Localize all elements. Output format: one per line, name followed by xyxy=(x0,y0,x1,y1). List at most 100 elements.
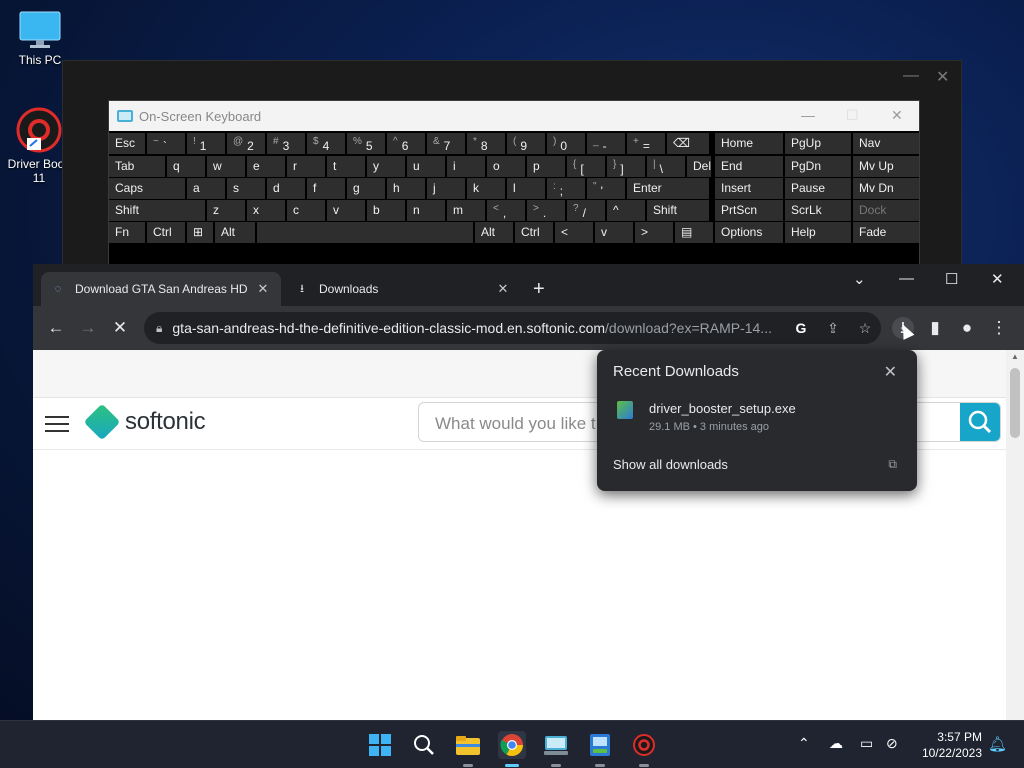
osk-key-esc[interactable]: Esc xyxy=(109,133,145,154)
osk-key-symbol[interactable]: ~ ` xyxy=(147,133,185,154)
tab-softonic[interactable]: ◌ Download GTA San Andreas HD ✕ xyxy=(41,272,281,306)
chrome-icon[interactable] xyxy=(498,731,526,767)
osk-key-symbol[interactable]: + = xyxy=(627,133,665,154)
maximize-icon[interactable]: ☐ xyxy=(945,270,958,288)
chevron-up-icon[interactable]: ⌃ xyxy=(798,735,810,752)
osk-key-3[interactable]: #3 xyxy=(267,133,305,154)
desktop-icon-this-pc[interactable]: This PC xyxy=(2,10,78,67)
search-icon[interactable] xyxy=(410,731,438,759)
display-icon[interactable]: ▭ xyxy=(860,735,873,752)
osk-key-home[interactable]: Home xyxy=(715,133,783,154)
open-external-icon[interactable]: ⧉ xyxy=(888,457,897,472)
osk-key-symbol[interactable]: > xyxy=(635,222,673,243)
osk-key-l[interactable]: l xyxy=(507,178,545,199)
hamburger-menu-icon[interactable] xyxy=(45,416,69,437)
osk-key-r[interactable]: r xyxy=(287,156,325,177)
osk-key-6[interactable]: ^ 6 xyxy=(387,133,425,154)
osk-key-scrlk[interactable]: ScrLk xyxy=(785,200,851,221)
osk-key-0[interactable]: ) 0 xyxy=(547,133,585,154)
side-panel-icon[interactable]: ▮ xyxy=(924,317,946,339)
tab-downloads[interactable]: ⭳ Downloads ✕ xyxy=(285,272,521,306)
osk-key-pause[interactable]: Pause xyxy=(785,178,851,199)
minimize-icon[interactable]: — xyxy=(899,270,914,287)
close-icon[interactable]: ✕ xyxy=(991,270,1004,288)
osk-key-x[interactable]: x xyxy=(247,200,285,221)
osk-key-g[interactable]: g xyxy=(347,178,385,199)
osk-key-symbol[interactable]: ▤ xyxy=(675,222,713,243)
notification-bell-icon[interactable]: 🔔︎ xyxy=(988,735,1007,753)
osk-key-e[interactable]: e xyxy=(247,156,285,177)
osk-key-pgdn[interactable]: PgDn xyxy=(785,156,851,177)
osk-key-symbol[interactable]: :; xyxy=(547,178,585,199)
osk-key-d[interactable]: d xyxy=(267,178,305,199)
osk-key-v[interactable]: v xyxy=(327,200,365,221)
osk-key-symbol[interactable]: <, xyxy=(487,200,525,221)
osk-key-symbol[interactable]: }] xyxy=(607,156,645,177)
onscreen-keyboard-icon[interactable] xyxy=(542,731,570,767)
osk-key-fn[interactable]: Fn xyxy=(109,222,145,243)
osk-key-2[interactable]: @2 xyxy=(227,133,265,154)
osk-key-space[interactable] xyxy=(257,222,473,243)
osk-key-ctrl[interactable]: Ctrl xyxy=(147,222,185,243)
tab-close-icon[interactable]: ✕ xyxy=(495,281,511,297)
osk-key-w[interactable]: w xyxy=(207,156,245,177)
osk-key-symbol[interactable]: >. xyxy=(527,200,565,221)
osk-key-s[interactable]: s xyxy=(227,178,265,199)
osk-key-caps[interactable]: Caps xyxy=(109,178,185,199)
osk-key-symbol[interactable]: {[ xyxy=(567,156,605,177)
osk-key-f[interactable]: f xyxy=(307,178,345,199)
osk-key-symbol[interactable]: ⊞ xyxy=(187,222,213,243)
osk-key-help[interactable]: Help xyxy=(785,222,851,243)
search-button[interactable] xyxy=(960,403,1000,441)
forward-icon[interactable]: → xyxy=(77,317,99,339)
osk-key-b[interactable]: b xyxy=(367,200,405,221)
osk-key-k[interactable]: k xyxy=(467,178,505,199)
osk-key-q[interactable]: q xyxy=(167,156,205,177)
driver-booster-icon[interactable] xyxy=(630,731,658,767)
osk-key-symbol[interactable]: " ' xyxy=(587,178,625,199)
new-tab-button[interactable]: + xyxy=(533,278,545,301)
osk-key-shift[interactable]: Shift xyxy=(647,200,709,221)
osk-key-ctrl[interactable]: Ctrl xyxy=(515,222,553,243)
osk-key-8[interactable]: * 8 xyxy=(467,133,505,154)
close-icon[interactable]: ✕ xyxy=(936,67,949,87)
windows-start-icon[interactable] xyxy=(366,731,394,759)
osk-key-end[interactable]: End xyxy=(715,156,783,177)
softonic-logo[interactable]: softonic xyxy=(83,403,206,441)
osk-key-p[interactable]: p xyxy=(527,156,565,177)
osk-key-options[interactable]: Options xyxy=(715,222,783,243)
osk-key-9[interactable]: (9 xyxy=(507,133,545,154)
back-icon[interactable]: ← xyxy=(45,317,67,339)
scroll-thumb[interactable] xyxy=(1010,368,1020,438)
osk-key-insert[interactable]: Insert xyxy=(715,178,783,199)
osk-key-i[interactable]: i xyxy=(447,156,485,177)
osk-key-symbol[interactable]: ^ xyxy=(607,200,645,221)
osk-key-symbol[interactable]: < xyxy=(555,222,593,243)
osk-key-symbol[interactable]: ⌫ xyxy=(667,133,709,154)
osk-key-y[interactable]: y xyxy=(367,156,405,177)
osk-key-m[interactable]: m xyxy=(447,200,485,221)
onedrive-icon[interactable]: ☁ xyxy=(829,735,843,752)
osk-key-alt[interactable]: Alt xyxy=(215,222,255,243)
file-explorer-icon[interactable] xyxy=(454,731,482,767)
osk-key-fade[interactable]: Fade xyxy=(853,222,919,243)
osk-key-del[interactable]: Del xyxy=(687,156,711,177)
osk-key-5[interactable]: % 5 xyxy=(347,133,385,154)
stop-icon[interactable]: ✕ xyxy=(109,317,131,339)
osk-key-symbol[interactable]: | \ xyxy=(647,156,685,177)
osk-key-v[interactable]: v xyxy=(595,222,633,243)
network-icon[interactable]: ⊘ xyxy=(886,735,898,752)
show-all-downloads-link[interactable]: Show all downloads xyxy=(613,457,728,472)
osk-key-o[interactable]: o xyxy=(487,156,525,177)
osk-key-7[interactable]: & 7 xyxy=(427,133,465,154)
osk-key-enter[interactable]: Enter xyxy=(627,178,709,199)
osk-key-dock[interactable]: Dock xyxy=(853,200,919,221)
address-bar[interactable]: 🔒︎ gta-san-andreas-hd-the-definitive-edi… xyxy=(144,312,881,344)
osk-key-symbol[interactable]: _ - xyxy=(587,133,625,154)
minimize-icon[interactable]: — xyxy=(903,67,919,85)
tab-close-icon[interactable]: ✕ xyxy=(255,281,271,297)
osk-key-n[interactable]: n xyxy=(407,200,445,221)
menu-icon[interactable]: ⋮ xyxy=(988,317,1010,339)
close-icon[interactable]: ✕ xyxy=(891,107,903,124)
osk-key-prtscn[interactable]: PrtScn xyxy=(715,200,783,221)
